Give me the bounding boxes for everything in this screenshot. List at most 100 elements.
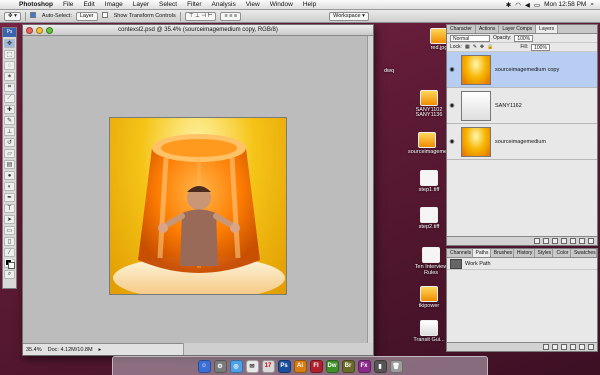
load-selection-icon[interactable] <box>561 344 567 350</box>
type-tool-icon[interactable]: T <box>4 204 15 213</box>
stroke-path-icon[interactable] <box>552 344 558 350</box>
terminal-icon[interactable]: ▮ <box>373 359 387 373</box>
link-layers-icon[interactable] <box>534 238 540 244</box>
menu-view[interactable]: View <box>241 1 265 8</box>
lock-image-icon[interactable]: ✎ <box>473 44 477 50</box>
calendar-icon[interactable]: 17 <box>261 359 275 373</box>
shape-tool-icon[interactable]: ▭ <box>4 226 15 235</box>
desktop-icon[interactable]: sourceimagemedium <box>408 132 459 155</box>
tab-layer-comps[interactable]: Layer Comps <box>499 25 537 33</box>
desktop-icon[interactable]: dwq <box>370 68 408 74</box>
path-row[interactable]: Work Path <box>447 258 597 270</box>
wifi-icon[interactable]: ◠ <box>515 1 521 9</box>
magic-wand-tool-icon[interactable]: ✶ <box>4 72 15 81</box>
move-tool-preset-icon[interactable]: ✥ ▾ <box>4 11 21 21</box>
tab-history[interactable]: History <box>514 249 535 257</box>
menu-help[interactable]: Help <box>298 1 321 8</box>
layer-mask-icon[interactable] <box>552 238 558 244</box>
slice-tool-icon[interactable]: ⟋ <box>4 94 15 103</box>
tab-brushes[interactable]: Brushes <box>491 249 514 257</box>
marquee-tool-icon[interactable]: ⬚ <box>4 50 15 59</box>
status-arrow-icon[interactable]: ▸ <box>99 347 102 353</box>
auto-select-dropdown[interactable]: Layer <box>75 11 98 21</box>
visibility-eye-icon[interactable]: ◉ <box>447 66 457 73</box>
visibility-eye-icon[interactable]: ◉ <box>447 102 457 109</box>
dreamweaver-dock-icon[interactable]: Dw <box>325 359 339 373</box>
lock-all-icon[interactable]: 🔒 <box>487 44 493 50</box>
tab-swatches[interactable]: Swatches <box>571 249 597 257</box>
fireworks-dock-icon[interactable]: Fx <box>357 359 371 373</box>
lock-position-icon[interactable]: ✥ <box>480 44 484 50</box>
menu-app[interactable]: Photoshop <box>14 1 58 8</box>
crop-tool-icon[interactable]: ⌗ <box>4 83 15 92</box>
eyedropper-tool-icon[interactable]: ⁄ <box>4 248 15 257</box>
notes-tool-icon[interactable]: ▯ <box>4 237 15 246</box>
adjustment-layer-icon[interactable] <box>561 238 567 244</box>
lasso-tool-icon[interactable]: ◌ <box>4 61 15 70</box>
blend-mode-select[interactable]: Normal <box>450 34 490 42</box>
background-color-swatch[interactable] <box>8 262 15 269</box>
mail-icon[interactable]: ✉ <box>245 359 259 373</box>
photoshop-dock-icon[interactable]: Ps <box>277 359 291 373</box>
delete-layer-icon[interactable] <box>588 238 594 244</box>
fill-field[interactable]: 100% <box>531 43 550 51</box>
desktop-icon[interactable]: tkipower <box>410 286 448 309</box>
finder-icon[interactable]: ☺ <box>197 359 211 373</box>
blur-tool-icon[interactable]: ● <box>4 171 15 180</box>
vertical-scrollbar[interactable] <box>367 36 373 344</box>
safari-icon[interactable]: ◎ <box>229 359 243 373</box>
trash-icon[interactable]: 🗑 <box>389 359 403 373</box>
menu-edit[interactable]: Edit <box>78 1 99 8</box>
distribute-buttons[interactable]: ≡ ≡ ≡ <box>220 11 242 21</box>
tab-actions[interactable]: Actions <box>476 25 500 33</box>
new-group-icon[interactable] <box>570 238 576 244</box>
tab-channels[interactable]: Channels <box>447 249 473 257</box>
gradient-tool-icon[interactable]: ▤ <box>4 160 15 169</box>
pen-tool-icon[interactable]: ✒ <box>4 193 15 202</box>
document-titlebar[interactable]: contexsl2.psd @ 35.4% (sourceimagemedium… <box>23 25 373 36</box>
show-transform-checkbox[interactable] <box>101 12 110 20</box>
fill-path-icon[interactable] <box>543 344 549 350</box>
clone-stamp-tool-icon[interactable]: ⊥ <box>4 127 15 136</box>
tab-paths[interactable]: Paths <box>472 249 491 257</box>
menu-analysis[interactable]: Analysis <box>207 1 241 8</box>
menu-window[interactable]: Window <box>265 1 298 8</box>
opacity-field[interactable]: 100% <box>514 34 534 42</box>
layer-row[interactable]: ◉ sourceimagemedium copy <box>447 52 597 88</box>
brush-tool-icon[interactable]: ✎ <box>4 116 15 125</box>
history-brush-tool-icon[interactable]: ↺ <box>4 138 15 147</box>
eraser-tool-icon[interactable]: ▱ <box>4 149 15 158</box>
tab-styles[interactable]: Styles <box>535 249 554 257</box>
visibility-eye-icon[interactable]: ◉ <box>447 138 457 145</box>
zoom-level[interactable]: 35.4% <box>26 347 42 353</box>
layer-row[interactable]: ◉ SANY1162 <box>447 88 597 124</box>
zoom-tool-icon[interactable]: ⌕ <box>4 270 15 279</box>
flash-dock-icon[interactable]: Fl <box>309 359 323 373</box>
desktop-icon[interactable]: SANY1136 <box>410 112 448 118</box>
spotlight-icon[interactable]: ⌕ <box>590 1 594 9</box>
tab-character[interactable]: Character <box>447 25 476 33</box>
layer-row[interactable]: ◉ sourceimagemedium <box>447 124 597 160</box>
desktop-icon[interactable]: Transit Gui... <box>410 320 448 343</box>
menu-select[interactable]: Select <box>154 1 182 8</box>
menu-image[interactable]: Image <box>100 1 128 8</box>
delete-path-icon[interactable] <box>588 344 594 350</box>
tab-color[interactable]: Color <box>553 249 571 257</box>
desktop-icon[interactable]: step1.tiff <box>410 170 448 193</box>
desktop-icon[interactable]: step2.tiff <box>410 207 448 230</box>
illustrator-dock-icon[interactable]: Ai <box>293 359 307 373</box>
volume-icon[interactable]: ◀ <box>525 1 530 9</box>
lock-transparency-icon[interactable]: ▦ <box>465 44 470 50</box>
menu-layer[interactable]: Layer <box>128 1 154 8</box>
desktop-icon[interactable]: Ten Interview Rules <box>412 247 450 276</box>
make-work-path-icon[interactable] <box>570 344 576 350</box>
workspace-button[interactable]: Workspace ▾ <box>329 11 369 21</box>
system-preferences-icon[interactable]: ⚙ <box>213 359 227 373</box>
dodge-tool-icon[interactable]: ◐ <box>4 182 15 191</box>
clock[interactable]: Mon 12:58 PM <box>544 1 586 8</box>
new-layer-icon[interactable] <box>579 238 585 244</box>
path-selection-tool-icon[interactable]: ➤ <box>4 215 15 224</box>
bluetooth-icon[interactable]: ✱ <box>506 1 511 9</box>
bridge-dock-icon[interactable]: Br <box>341 359 355 373</box>
auto-select-checkbox[interactable] <box>29 12 38 20</box>
